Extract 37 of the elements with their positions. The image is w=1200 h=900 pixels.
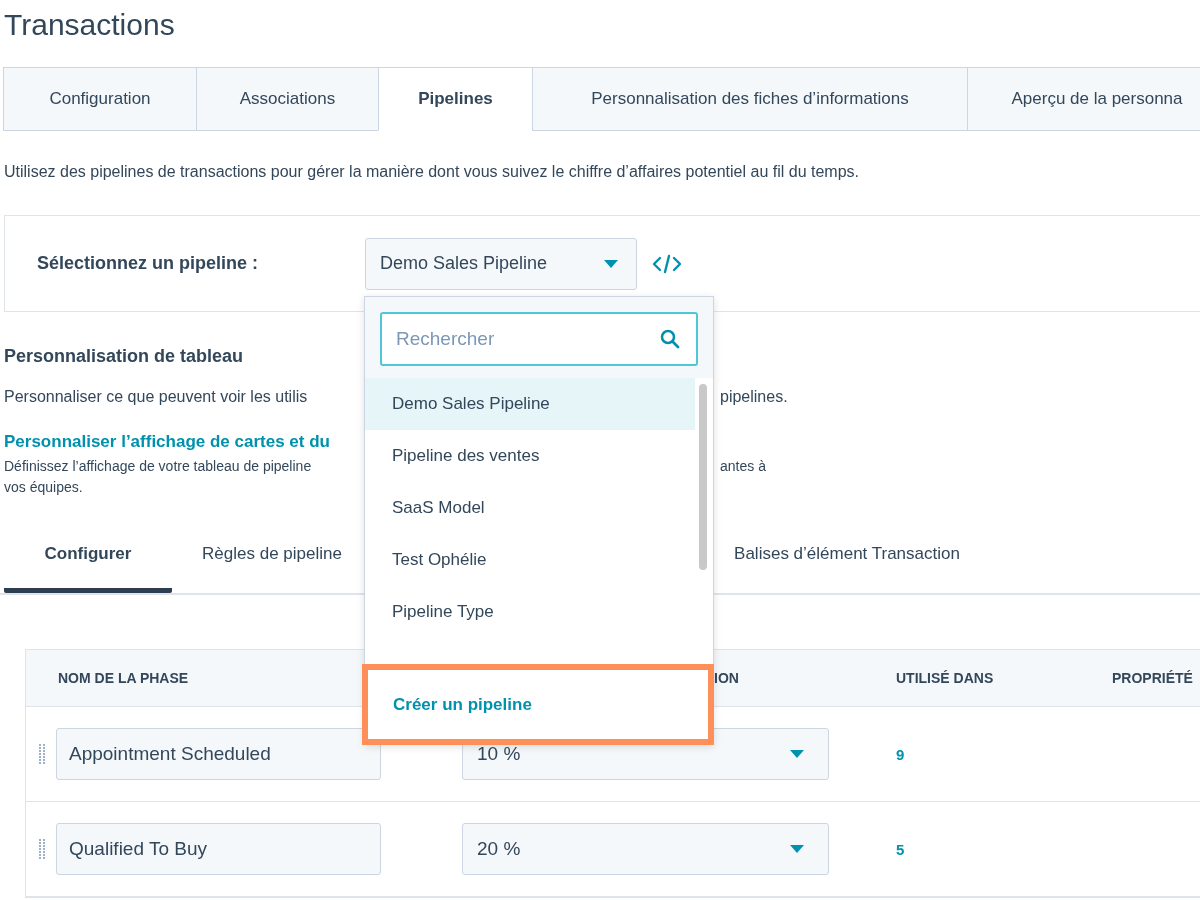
link-description: Définissez l’affichage de votre tableau de pipeline [4, 458, 312, 474]
link-description: antes à [720, 458, 766, 474]
column-header: UTILISÉ DANS [896, 670, 994, 686]
sub-tab[interactable]: Configurer [4, 525, 172, 593]
probability-select[interactable]: 20 % [462, 823, 829, 875]
drag-handle-icon[interactable] [38, 838, 46, 860]
search-field[interactable]: Rechercher [380, 312, 698, 366]
create-pipeline-button[interactable]: Créer un pipeline [362, 664, 714, 745]
drag-handle-icon[interactable] [38, 743, 46, 765]
description-text: Utilisez des pipelines de transactions pour gérer la manière dont vous suivez le chiffre d’affaires potentiel au fil du temps. [4, 162, 860, 182]
used-in-link[interactable]: 5 [871, 840, 1091, 858]
caret-icon [604, 259, 618, 268]
caret-icon [790, 845, 804, 853]
section-heading: Personnalisation de tableau [4, 346, 244, 368]
pipeline-label: Sélectionnez un pipeline : [37, 253, 260, 274]
page-title: Transactions [4, 7, 176, 43]
section-text: Personnaliser ce que peuvent voir les utilis [4, 388, 308, 406]
stage-name-field[interactable]: Qualified To Buy [56, 823, 381, 875]
tab[interactable]: Personnalisation des fiches d’informations [532, 67, 968, 131]
column-header: ION [714, 670, 739, 686]
dropdown-option[interactable]: Demo Sales Pipeline [365, 378, 695, 430]
used-in-link[interactable]: 9 [871, 745, 1091, 763]
caret-icon [790, 750, 804, 758]
tab[interactable]: Configuration [3, 67, 197, 131]
tab[interactable]: Pipelines [378, 67, 533, 131]
code-icon[interactable] [651, 252, 683, 275]
column-header: NOM DE LA PHASE [58, 670, 189, 686]
stage-name-field[interactable]: Appointment Scheduled [56, 728, 381, 780]
column-header: PROPRIÉTÉ [1112, 670, 1193, 686]
tab[interactable]: Associations [196, 67, 379, 131]
sub-tab[interactable]: Balises d’élément Transaction [712, 525, 982, 593]
link-description: vos équipes. [4, 479, 84, 495]
section-text: pipelines. [720, 388, 788, 406]
tab[interactable]: Aperçu de la personna [967, 67, 1200, 131]
scrollbar-thumb[interactable] [699, 384, 707, 570]
search-icon [660, 329, 680, 349]
pipeline-select[interactable]: Demo Sales Pipeline [365, 237, 637, 290]
